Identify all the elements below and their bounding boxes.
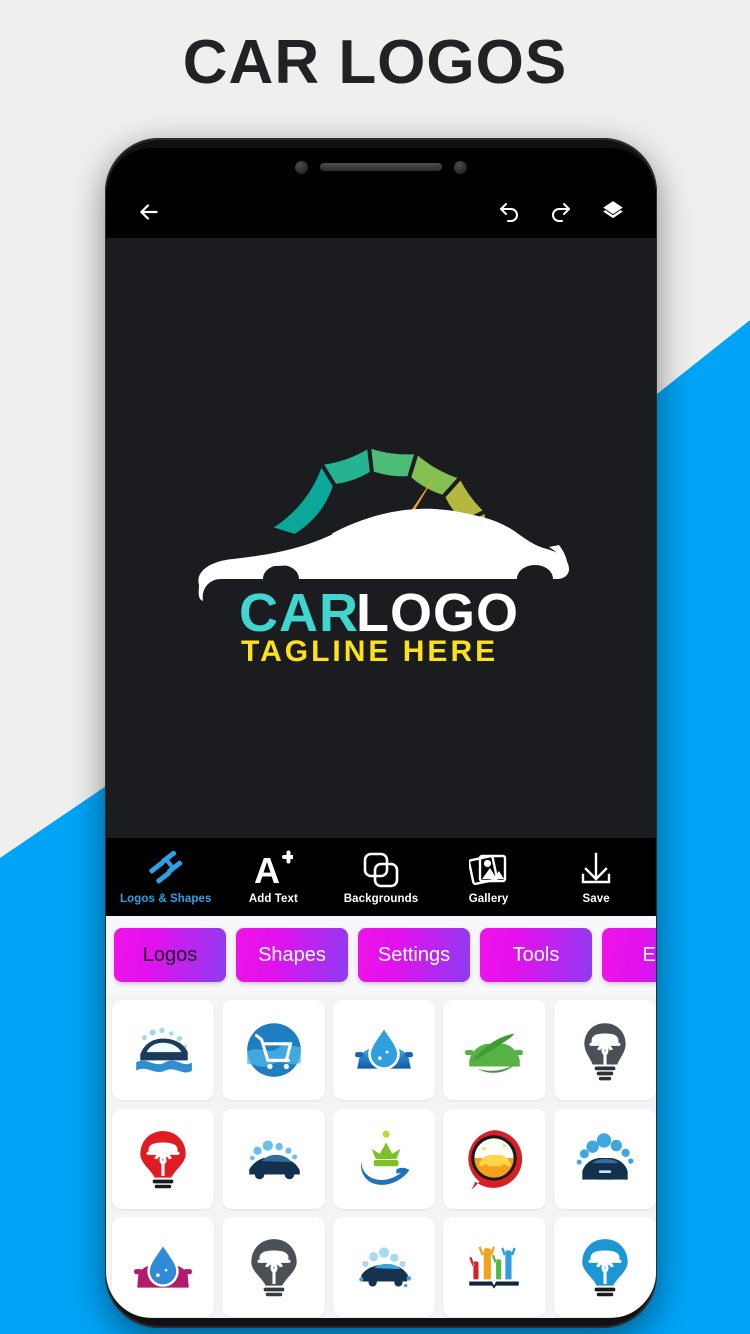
toolbar-item-gallery[interactable]: Gallery [443,849,535,905]
phone-notch [264,148,498,186]
bulb-car-red-logo [140,1130,186,1188]
logo-grid-item[interactable] [553,1108,656,1209]
logo-grid-item[interactable] [332,1108,436,1209]
back-arrow-icon[interactable] [130,193,168,231]
toolbar-label: Logos & Shapes [120,893,212,905]
bulb-car-grey-logo [250,1239,297,1297]
car-circle-orange-logo [468,1129,523,1190]
logo-primary-text: CAR [239,583,359,643]
svg-text:A: A [254,850,280,889]
backgrounds-icon [362,849,400,889]
tab-label: Shapes [258,943,326,966]
water-drop-car-logo [355,1024,413,1070]
camera-sensor-icon [295,160,308,174]
cart-circle-logo [246,1023,301,1077]
logo-secondary-text: LOGO [356,583,519,643]
logo-grid-item[interactable] [553,1217,656,1318]
logo-grid-item[interactable] [332,1000,436,1100]
toolbar-item-save[interactable]: Save [550,849,642,905]
page-title: CAR LOGOS [182,28,568,97]
crown-hand-logo [360,1130,409,1185]
tab-shapes[interactable]: Shapes [236,928,348,982]
logo-grid-item[interactable] [222,1000,325,1100]
tab-logos[interactable]: Logos [114,928,226,982]
tab-tools[interactable]: Tools [480,928,592,982]
logo-grid-item[interactable] [443,1217,546,1318]
layers-icon[interactable] [594,193,632,231]
logo-grid-item[interactable] [112,1000,215,1100]
bulb-car-blue-logo [582,1239,628,1297]
car-wash-wave-logo [136,1027,193,1073]
phone-mockup: CAR LOGO TAGLINE HERE Logos & Shapes A A… [105,138,657,1328]
logo-grid-item[interactable] [443,1000,546,1100]
tab-label: Settings [377,943,451,966]
editor-toolbar: Logos & Shapes A Add Text Backgrounds Ga… [106,838,656,916]
toolbar-item-add-text[interactable]: A Add Text [227,849,319,905]
logo-grid-item[interactable] [443,1108,546,1209]
tab-label: Logos [142,943,198,966]
logo-grid-item[interactable] [222,1108,325,1209]
logo-grid-item[interactable] [553,1000,656,1100]
logo-tagline-text: TAGLINE HERE [241,635,498,663]
toolbar-label: Backgrounds [343,893,419,905]
car-foam-bubbles-logo [576,1132,634,1187]
pinwheel-shapes-icon [146,849,186,889]
hands-book-logo [469,1246,520,1289]
redo-icon[interactable] [542,193,580,231]
drop-car-magenta-logo [134,1242,193,1288]
toolbar-item-logos-shapes[interactable]: Logos & Shapes [120,849,212,905]
save-download-icon [577,849,615,889]
car-logo-artwork[interactable]: CAR LOGO TAGLINE HERE [181,413,581,663]
toolbar-label: Gallery [468,893,509,905]
logo-grid-item[interactable] [222,1217,325,1318]
logo-grid-item[interactable] [112,1108,215,1209]
undo-icon[interactable] [490,193,528,231]
category-tab-strip[interactable]: Logos Shapes Settings Tools Era [106,916,656,994]
logo-grid-item[interactable] [112,1217,215,1318]
tab-label: Era [642,943,656,966]
green-leaf-car-logo [465,1033,524,1073]
gallery-icon [468,849,509,889]
phone-screen: CAR LOGO TAGLINE HERE Logos & Shapes A A… [106,148,656,1318]
logo-grid-item[interactable] [332,1217,436,1318]
editor-canvas[interactable]: CAR LOGO TAGLINE HERE [106,238,656,838]
add-text-icon: A [253,849,294,889]
toolbar-label: Add Text [248,893,298,905]
earpiece-speaker [320,163,442,171]
proximity-sensor-icon [454,160,467,174]
tab-eraser[interactable]: Era [602,928,656,982]
tab-label: Tools [512,943,560,966]
car-splash-logo [359,1247,412,1288]
bulb-car-dark-logo [584,1023,626,1081]
tab-settings[interactable]: Settings [358,928,470,982]
app-top-bar [106,186,656,238]
toolbar-label: Save [582,893,610,905]
logo-grid[interactable] [106,994,656,1318]
blue-car-bubbles-logo [248,1140,300,1179]
toolbar-item-backgrounds[interactable]: Backgrounds [335,849,427,905]
